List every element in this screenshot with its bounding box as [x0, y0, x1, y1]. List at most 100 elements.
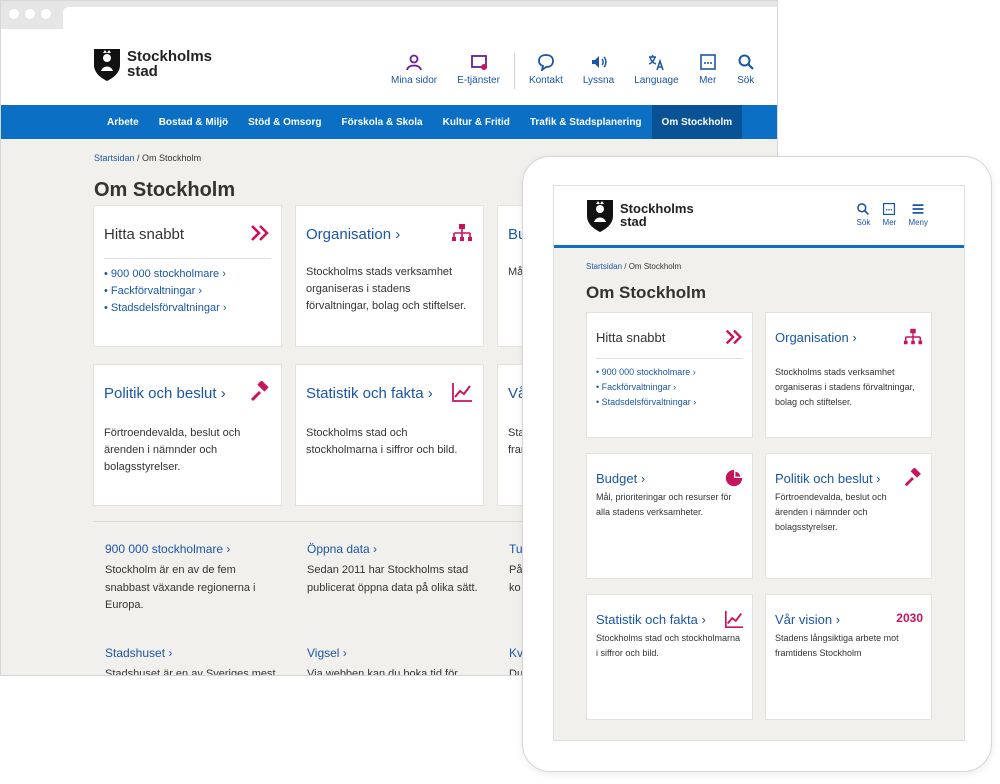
- tablet-meny-label: Meny: [908, 218, 928, 227]
- nav-item-trafik[interactable]: Trafik & Stadsplanering: [520, 105, 652, 139]
- lyssna-label: Lyssna: [582, 75, 615, 86]
- text-partial-kva: Du: [509, 668, 524, 676]
- translate-icon: [649, 55, 665, 71]
- tablet-device: Stockholms stad Sök Mer Meny Startsidan …: [522, 156, 992, 772]
- language-button[interactable]: Language: [634, 53, 679, 86]
- org-chart-icon: [903, 328, 923, 345]
- vision-2030-badge: 2030: [896, 611, 923, 625]
- tablet-mer-button[interactable]: Mer: [882, 202, 896, 227]
- double-chevron-icon: [251, 225, 269, 241]
- card-title[interactable]: Vår vision ›: [775, 612, 840, 627]
- card-text: Förtroendevalda, beslut och ärenden i nä…: [775, 492, 887, 532]
- quick-link-stadsdelsforvaltningar[interactable]: Stadsdelsförvaltningar ›: [104, 300, 271, 317]
- site-logo[interactable]: Stockholms stad: [93, 47, 212, 81]
- card-divider: [104, 258, 271, 259]
- text-oppna-data: Sedan 2011 har Stockholms stad publicera…: [307, 564, 478, 594]
- tablet-card-budget[interactable]: Budget › Mål, prioriteringar och resurse…: [586, 453, 753, 579]
- sok-button[interactable]: Sök: [737, 53, 755, 86]
- gavel-icon: [250, 381, 269, 402]
- card-title[interactable]: Organisation ›: [775, 330, 857, 345]
- gavel-icon: [904, 468, 921, 487]
- card-title[interactable]: Statistik och fakta ›: [306, 385, 433, 402]
- window-controls: [9, 9, 51, 19]
- card-text: Stockholms stads verksamhet organiseras …: [306, 266, 467, 313]
- quick-link-stockholmare[interactable]: 900 000 stockholmare ›: [104, 266, 271, 283]
- tablet-breadcrumb: Startsidan / Om Stockholm: [554, 248, 964, 271]
- tablet-card-hitta-snabbt: Hitta snabbt 900 000 stockholmare › Fack…: [586, 312, 753, 438]
- breadcrumb-home-link[interactable]: Startsidan: [586, 262, 622, 271]
- crest-icon: [587, 200, 613, 232]
- mer-button[interactable]: Mer: [699, 53, 717, 86]
- window-dot-maximize[interactable]: [41, 9, 51, 19]
- text-vigsel: Via webben kan du boka tid för: [307, 668, 458, 676]
- line-chart-icon: [452, 383, 472, 402]
- card-text: Stadens långsiktiga arbete mot framtiden…: [775, 633, 899, 658]
- breadcrumb-home-link[interactable]: Startsidan: [94, 153, 135, 163]
- card-text: Stockholms stads verksamhet organiseras …: [775, 367, 915, 407]
- chat-icon: [537, 54, 554, 71]
- link-stockholmare[interactable]: 900 000 stockholmare ›: [105, 542, 230, 556]
- tablet-card-politik[interactable]: Politik och beslut › Förtroendevalda, be…: [765, 453, 932, 579]
- mina-sidor-button[interactable]: Mina sidor: [391, 53, 437, 86]
- tablet-sok-button[interactable]: Sök: [856, 202, 870, 227]
- tablet-meny-button[interactable]: Meny: [908, 202, 928, 227]
- tablet-card-organisation[interactable]: Organisation › Stockholms stads verksamh…: [765, 312, 932, 438]
- nav-item-stod[interactable]: Stöd & Omsorg: [238, 105, 331, 139]
- mina-sidor-label: Mina sidor: [391, 75, 438, 86]
- text-partial-tu: På ko: [509, 562, 522, 597]
- tablet-screen: Stockholms stad Sök Mer Meny Startsidan …: [553, 185, 965, 741]
- menu-icon: [912, 204, 924, 214]
- site-header: Stockholms stad Mina sidor E-tjänster Ko…: [1, 29, 777, 105]
- link-stadshuset[interactable]: Stadshuset ›: [105, 646, 172, 660]
- nav-item-forskola[interactable]: Förskola & Skola: [331, 105, 432, 139]
- header-divider: [513, 53, 515, 89]
- tablet-card-var-vision[interactable]: Vår vision › 2030 Stadens långsiktiga ar…: [765, 594, 932, 720]
- card-text: Stockholms stad och stockholmarna i siff…: [306, 427, 458, 457]
- card-title[interactable]: Statistik och fakta ›: [596, 612, 706, 627]
- quick-link-fackforvaltningar[interactable]: Fackförvaltningar ›: [596, 380, 743, 395]
- crest-icon: [94, 49, 120, 81]
- sok-label: Sök: [737, 75, 755, 86]
- browser-tab[interactable]: [63, 7, 777, 29]
- speaker-icon: [591, 56, 607, 68]
- logo-line-2: stad: [620, 214, 647, 229]
- lyssna-button[interactable]: Lyssna: [583, 53, 614, 86]
- logo-line-1: Stockholms: [127, 48, 213, 65]
- pie-chart-icon: [725, 469, 743, 487]
- link-vigsel[interactable]: Vigsel ›: [307, 646, 347, 660]
- header-icon-bar: Mina sidor E-tjänster Kontakt Lyssna Lan…: [381, 53, 765, 89]
- more-icon: [883, 202, 896, 216]
- link-oppna-data[interactable]: Öppna data ›: [307, 542, 377, 556]
- card-organisation[interactable]: Organisation › Stockholms stads verksamh…: [295, 205, 484, 347]
- person-icon: [406, 54, 422, 71]
- card-politik[interactable]: Politik och beslut › Förtroendevalda, be…: [93, 364, 282, 506]
- e-tjanster-button[interactable]: E-tjänster: [457, 53, 500, 86]
- link-partial-tu[interactable]: Tu: [509, 542, 523, 556]
- card-title[interactable]: Budget ›: [596, 471, 645, 486]
- quick-link-fackforvaltningar[interactable]: Fackförvaltningar ›: [104, 283, 271, 300]
- nav-item-bostad[interactable]: Bostad & Miljö: [149, 105, 238, 139]
- nav-item-kultur[interactable]: Kultur & Fritid: [433, 105, 520, 139]
- e-tjanster-label: E-tjänster: [457, 75, 500, 86]
- quick-link-stadsdelsforvaltningar[interactable]: Stadsdelsförvaltningar ›: [596, 395, 743, 410]
- card-title[interactable]: Organisation ›: [306, 226, 400, 243]
- quick-link-stockholmare[interactable]: 900 000 stockholmare ›: [596, 365, 743, 380]
- main-navigation: Arbete Bostad & Miljö Stöd & Omsorg Förs…: [1, 105, 777, 139]
- nav-item-arbete[interactable]: Arbete: [97, 105, 149, 139]
- window-dot-close[interactable]: [9, 9, 19, 19]
- card-title[interactable]: Politik och beslut ›: [104, 385, 226, 402]
- language-label: Language: [634, 75, 679, 86]
- window-dot-minimize[interactable]: [25, 9, 35, 19]
- quick-links-list: 900 000 stockholmare › Fackförvaltningar…: [104, 266, 271, 317]
- tablet-card-statistik[interactable]: Statistik och fakta › Stockholms stad oc…: [586, 594, 753, 720]
- card-title[interactable]: Politik och beslut ›: [775, 471, 881, 486]
- card-statistik[interactable]: Statistik och fakta › Stockholms stad oc…: [295, 364, 484, 506]
- kontakt-button[interactable]: Kontakt: [529, 53, 563, 86]
- tablet-site-logo[interactable]: Stockholms stad: [586, 198, 694, 232]
- tablet-page-title: Om Stockholm: [586, 283, 706, 302]
- logo-line-2: stad: [127, 63, 158, 80]
- nav-item-om-stockholm[interactable]: Om Stockholm: [651, 105, 743, 139]
- text-stadshuset: Stadshuset är en av Sveriges mest: [105, 668, 276, 676]
- line-chart-icon: [725, 610, 744, 628]
- search-icon: [857, 203, 870, 216]
